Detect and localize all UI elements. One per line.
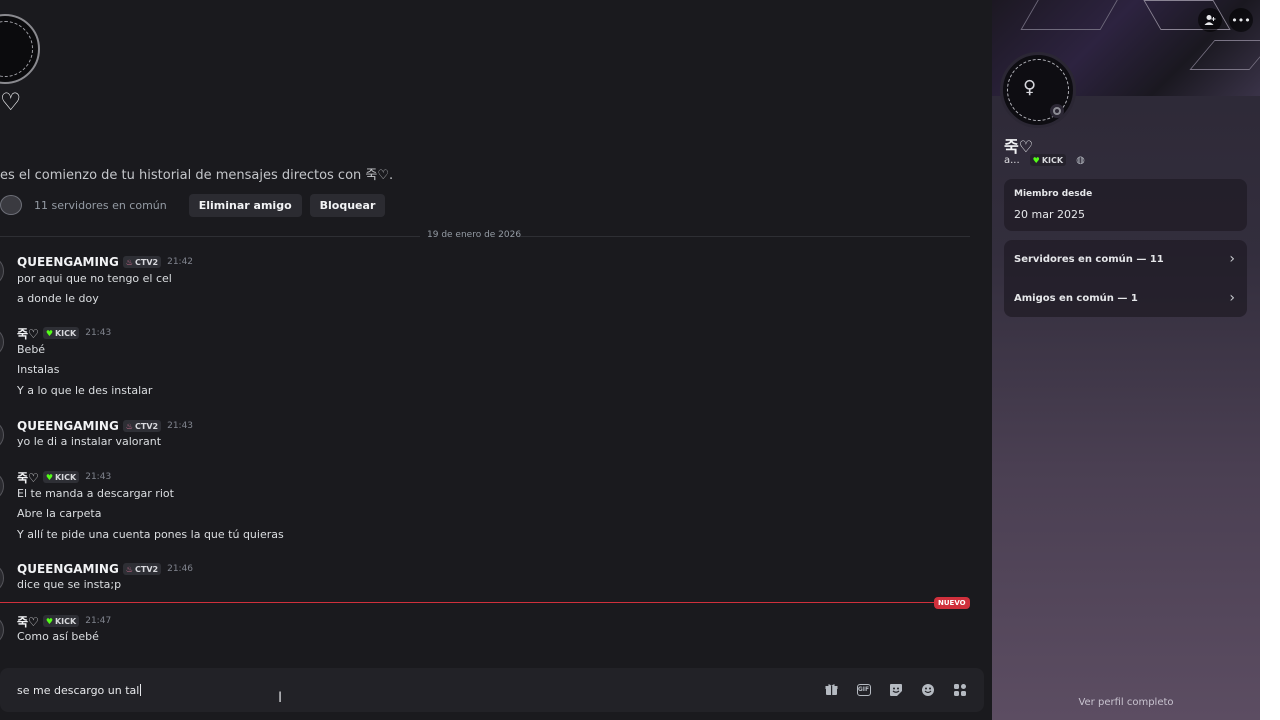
message-author[interactable]: QUEENGAMING xyxy=(17,419,119,433)
message-line: Instalas xyxy=(17,363,60,376)
new-messages-badge: NUEVO xyxy=(934,597,970,609)
add-friend-icon[interactable] xyxy=(1198,8,1222,32)
user-profile-panel: ••• ♀ 죽♡ a... ♥ KICK ◍ Miembro desde 20 m… xyxy=(992,0,1260,720)
more-options-icon[interactable]: ••• xyxy=(1229,8,1253,32)
mutual-servers-row[interactable]: Servidores en común — 11 › xyxy=(1004,240,1247,278)
apps-icon[interactable] xyxy=(951,681,968,698)
dm-header-heart: ♡ xyxy=(0,88,22,116)
dm-avatar xyxy=(0,14,40,84)
gif-icon[interactable]: GIF xyxy=(855,681,872,698)
member-since-card: Miembro desde 20 mar 2025 xyxy=(1004,179,1247,231)
chevron-right-icon: › xyxy=(1229,251,1235,267)
chevron-right-icon: › xyxy=(1229,290,1235,306)
message-line: por aqui que no tengo el cel xyxy=(17,272,172,285)
message-line: Y allí te pide una cuenta pones la que t… xyxy=(17,528,284,541)
remove-friend-button[interactable]: Eliminar amigo xyxy=(188,193,302,217)
profile-avatar[interactable]: ♀ xyxy=(1000,52,1076,128)
text-cursor-icon: I xyxy=(278,690,283,706)
message-input-value[interactable]: se me descargo un tal xyxy=(17,684,139,697)
member-since-date: 20 mar 2025 xyxy=(1014,208,1085,221)
message-author[interactable]: QUEENGAMING xyxy=(17,562,119,576)
heart-icon: ♥ xyxy=(1032,155,1040,165)
message-timestamp: 21:42 xyxy=(167,257,194,267)
message-timestamp: 21:47 xyxy=(85,616,112,626)
guild-tag[interactable]: ♥ KICK xyxy=(42,471,80,483)
avatar[interactable] xyxy=(0,563,4,593)
flame-icon: ♨ xyxy=(125,421,133,431)
new-messages-divider xyxy=(0,602,935,603)
mutual-friends-row[interactable]: Amigos en común — 1 › xyxy=(1004,279,1247,317)
guild-tag[interactable]: ♥ KICK xyxy=(42,615,80,627)
heart-icon: ♥ xyxy=(45,328,53,338)
message-input[interactable]: se me descargo un tal GIF xyxy=(0,668,984,712)
badge-icon[interactable]: ◍ xyxy=(1076,155,1085,166)
block-button[interactable]: Bloquear xyxy=(309,193,386,217)
avatar[interactable] xyxy=(0,471,4,501)
message-timestamp: 21:46 xyxy=(167,564,194,574)
message-line: dice que se insta;p xyxy=(17,578,122,591)
avatar[interactable] xyxy=(0,256,4,286)
view-full-profile-link[interactable]: Ver perfil completo xyxy=(992,697,1260,708)
gift-icon[interactable] xyxy=(823,681,840,698)
text-caret xyxy=(140,684,142,696)
heart-icon: ♥ xyxy=(45,472,53,482)
date-divider: 19 de enero de 2026 xyxy=(0,230,970,240)
message-timestamp: 21:43 xyxy=(85,328,112,338)
date-divider-label: 19 de enero de 2026 xyxy=(427,230,522,240)
profile-username-row: a... ♥ KICK ◍ xyxy=(1004,154,1085,166)
message-author[interactable]: QUEENGAMING xyxy=(17,255,119,269)
avatar-figure-icon: ♀ xyxy=(1023,77,1037,98)
message-author[interactable]: 죽♡ xyxy=(17,325,39,342)
guild-tag[interactable]: ♨ CTV2 xyxy=(122,563,162,575)
mutual-friends-label: Amigos en común — 1 xyxy=(1014,292,1138,304)
guild-tag[interactable]: ♨ CTV2 xyxy=(122,256,162,268)
message-line: Como así bebé xyxy=(17,630,99,643)
message-timestamp: 21:43 xyxy=(167,421,194,431)
window-edge xyxy=(1260,0,1280,720)
mutual-server-avatar[interactable] xyxy=(0,195,22,215)
guild-tag[interactable]: ♥ KICK xyxy=(42,327,80,339)
message-line: Abre la carpeta xyxy=(17,507,102,520)
avatar[interactable] xyxy=(0,420,4,450)
message-line: El te manda a descargar riot xyxy=(17,487,174,500)
flame-icon: ♨ xyxy=(125,257,133,267)
message-timestamp: 21:43 xyxy=(85,472,112,482)
dm-intro-text: es el comienzo de tu historial de mensaj… xyxy=(0,168,394,183)
guild-tag[interactable]: ♨ CTV2 xyxy=(122,420,162,432)
mutual-servers-label: Servidores en común — 11 xyxy=(1014,253,1164,265)
message-author[interactable]: 죽♡ xyxy=(17,613,39,630)
offline-status-icon xyxy=(1050,104,1064,118)
message-line: Bebé xyxy=(17,343,46,356)
mutual-servers-link[interactable]: 11 servidores en común xyxy=(34,199,167,212)
message-author[interactable]: 죽♡ xyxy=(17,469,39,486)
heart-icon: ♥ xyxy=(45,616,53,626)
chat-area: ♡ es el comienzo de tu historial de mens… xyxy=(0,0,992,720)
sticker-icon[interactable] xyxy=(887,681,904,698)
message-line: yo le di a instalar valorant xyxy=(17,435,162,448)
avatar[interactable] xyxy=(0,327,4,357)
flame-icon: ♨ xyxy=(125,564,133,574)
mutuals-card: Servidores en común — 11 › Amigos en com… xyxy=(1004,240,1247,317)
composer-toolbar: GIF xyxy=(823,681,968,698)
dm-actions: 11 servidores en común Eliminar amigo Bl… xyxy=(0,193,393,217)
avatar[interactable] xyxy=(0,615,4,645)
guild-tag[interactable]: ♥ KICK xyxy=(1029,154,1067,166)
emoji-icon[interactable] xyxy=(919,681,936,698)
message-line: a donde le doy xyxy=(17,292,99,305)
message-line: Y a lo que le des instalar xyxy=(17,384,153,397)
profile-username[interactable]: a... xyxy=(1004,155,1020,166)
member-since-label: Miembro desde xyxy=(1014,189,1093,199)
